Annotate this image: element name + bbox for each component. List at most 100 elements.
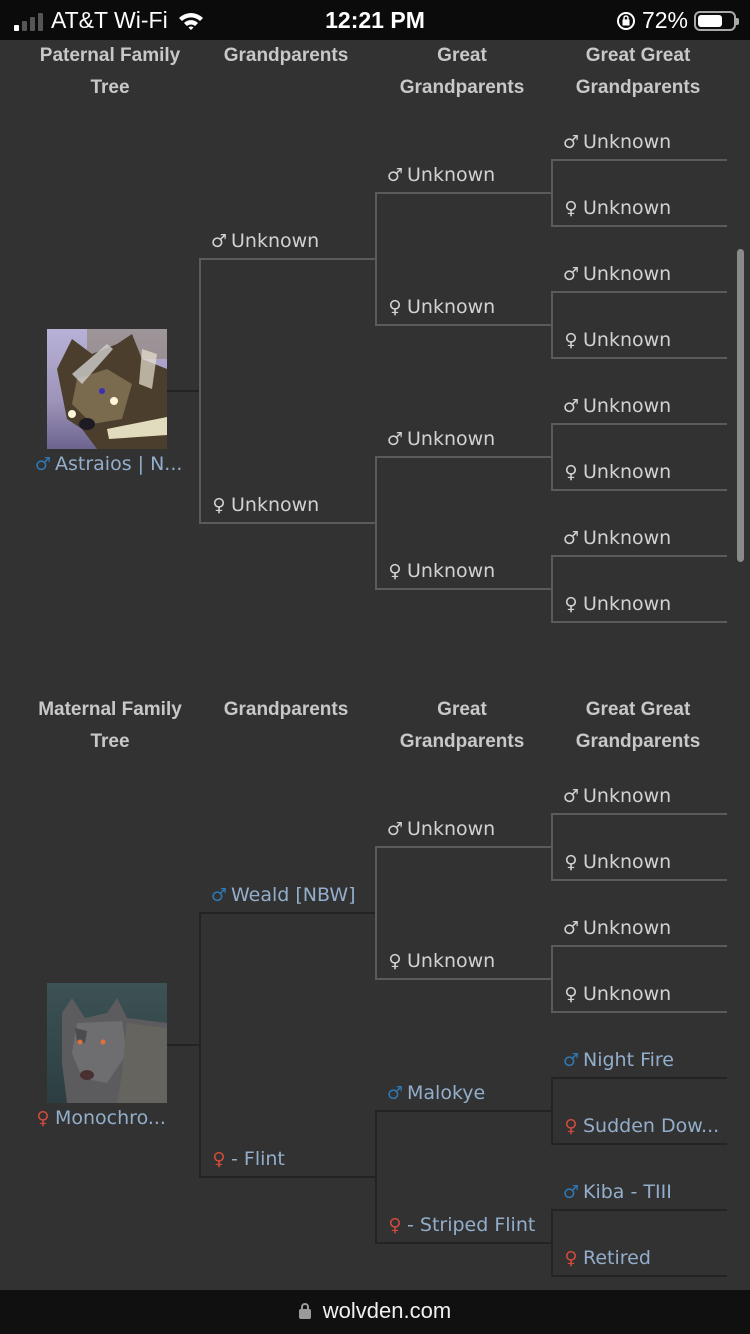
female-icon: ♀ (564, 852, 578, 873)
wolf-name: Unknown (231, 230, 320, 252)
great-great-grandparents-entry: ♂ Unknown (561, 262, 729, 287)
grandparents-entry[interactable]: ♂ Weald [NBW] (209, 883, 377, 908)
tree-connector-line (551, 1077, 727, 1079)
tree-connector-line (199, 1176, 375, 1178)
wolf-name: Unknown (583, 527, 672, 549)
url-bar[interactable]: wolvden.com (0, 1290, 750, 1334)
heading-line: Tree (90, 77, 130, 98)
great-great-grandparents-heading: Great Great Grandparents (550, 40, 726, 104)
great-great-grandparents-entry: ♂ Unknown (561, 130, 729, 155)
grandparents-entry[interactable]: ♀ - Flint (209, 1147, 377, 1172)
female-icon: ♀ (564, 1116, 578, 1137)
tree-connector-line (551, 555, 727, 557)
wolf-name: Unknown (583, 983, 672, 1005)
great-grandparents-entry: ♂ Unknown (385, 427, 553, 452)
tree-connector-line (375, 588, 551, 590)
female-icon: ♀ (564, 984, 578, 1005)
wolf-name: Malokye (407, 1082, 486, 1104)
female-icon: ♀ (564, 330, 578, 351)
male-icon: ♂ (386, 429, 404, 450)
female-icon: ♀ (388, 1215, 402, 1236)
male-icon: ♂ (562, 264, 580, 285)
url-domain: wolvden.com (322, 1298, 452, 1323)
wolf-name: Unknown (583, 461, 672, 483)
heading-line: Grandparents (575, 77, 701, 98)
great-grandparents-entry[interactable]: ♂ Malokye (385, 1081, 553, 1106)
heading-line: Tree (90, 731, 130, 752)
tree-connector-line (551, 489, 727, 491)
wolf-name: Monochro... (55, 1107, 166, 1129)
status-right: 72% (616, 7, 739, 34)
male-icon: ♂ (210, 231, 228, 252)
tree-connector-line (551, 945, 727, 947)
great-grandparents-heading: Great Grandparents (374, 40, 550, 104)
great-great-grandparents-entry[interactable]: ♂ Kiba - TIII (561, 1180, 729, 1205)
great-great-grandparents-entry[interactable]: ♂ Night Fire (561, 1048, 729, 1073)
female-icon: ♀ (564, 1248, 578, 1269)
wolf-name: Astraios | N... (55, 453, 183, 475)
lock-icon (298, 1303, 311, 1319)
tree-connector-line (167, 1044, 199, 1046)
wolf-name: - Flint (231, 1148, 285, 1170)
heading-line: Great Great (585, 699, 691, 720)
female-icon: ♀ (564, 462, 578, 483)
status-bar: AT&T Wi-Fi 12:21 PM 72% (0, 0, 750, 40)
female-icon: ♀ (388, 561, 402, 582)
great-great-grandparents-entry: ♂ Unknown (561, 916, 729, 941)
maternal-tree-heading: Maternal Family Tree (22, 694, 198, 758)
wolf-name: Unknown (583, 131, 672, 153)
great-great-grandparents-entry[interactable]: ♀ Sudden Dow... (561, 1114, 729, 1139)
wolf-name: Unknown (407, 818, 496, 840)
tree-connector-line (375, 192, 377, 326)
wolf-name: Unknown (583, 593, 672, 615)
great-great-grandparents-entry: ♀ Unknown (561, 460, 729, 485)
wolf-name: Weald [NBW] (231, 884, 356, 906)
wolf-name: Unknown (407, 296, 496, 318)
wolf-name: Sudden Dow... (583, 1115, 720, 1137)
tree-connector-line (551, 1077, 553, 1145)
wolf-name: Unknown (583, 851, 672, 873)
wolf-name: Night Fire (583, 1049, 674, 1071)
tree-connector-line (375, 846, 377, 980)
heading-line: Grandparents (575, 731, 701, 752)
great-great-grandparents-entry: ♂ Unknown (561, 784, 729, 809)
root-wolf-name[interactable]: ♀ Monochro... (33, 1106, 183, 1131)
tree-connector-line (375, 456, 377, 590)
great-great-grandparents-entry: ♂ Unknown (561, 526, 729, 551)
heading-line: Paternal Family (39, 45, 181, 66)
tree-connector-line (551, 879, 727, 881)
tree-connector-line (551, 1209, 553, 1277)
great-grandparents-entry: ♀ Unknown (385, 559, 553, 584)
great-grandparents-entry: ♂ Unknown (385, 163, 553, 188)
wolf-name: Unknown (583, 917, 672, 939)
male-icon: ♂ (562, 1182, 580, 1203)
tree-connector-line (199, 258, 375, 260)
heading-line: Great (437, 45, 487, 66)
great-grandparents-entry: ♂ Unknown (385, 817, 553, 842)
tree-connector-line (551, 1209, 727, 1211)
wolf-name: Unknown (407, 428, 496, 450)
paternal-tree-heading: Paternal Family Tree (22, 40, 198, 104)
tree-connector-line (199, 912, 201, 1178)
root-wolf-name[interactable]: ♂ Astraios | N... (33, 452, 183, 477)
great-grandparents-entry[interactable]: ♀ - Striped Flint (385, 1213, 553, 1238)
grandparents-heading: Grandparents (198, 40, 374, 72)
male-icon: ♂ (386, 819, 404, 840)
root-wolf-avatar[interactable] (47, 983, 167, 1103)
battery-icon (694, 10, 739, 31)
great-great-grandparents-heading: Great Great Grandparents (550, 694, 726, 758)
tree-connector-line (551, 291, 553, 359)
wolf-name: - Striped Flint (407, 1214, 536, 1236)
female-icon: ♀ (212, 1149, 226, 1170)
root-wolf-avatar[interactable] (47, 329, 167, 449)
tree-connector-line (551, 813, 727, 815)
vertical-scrollbar[interactable] (737, 249, 744, 562)
wolf-name: Unknown (583, 395, 672, 417)
tree-connector-line (199, 522, 375, 524)
tree-connector-line (375, 1242, 551, 1244)
tree-connector-line (375, 978, 551, 980)
wolf-name: Unknown (231, 494, 320, 516)
tree-connector-line (375, 1110, 551, 1112)
great-great-grandparents-entry[interactable]: ♀ Retired (561, 1246, 729, 1271)
female-icon: ♀ (212, 495, 226, 516)
